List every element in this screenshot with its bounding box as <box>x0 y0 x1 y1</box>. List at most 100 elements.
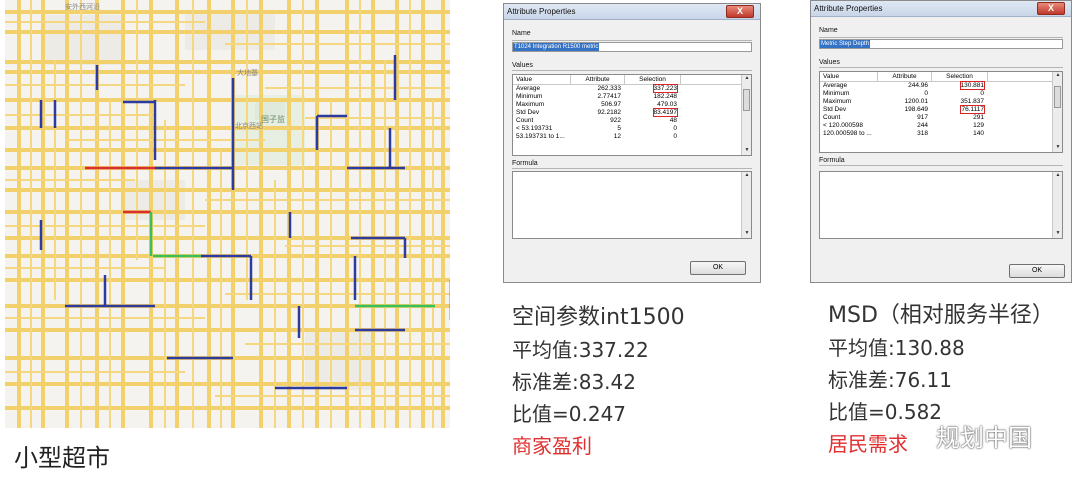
values-table[interactable]: Value Attribute Selection Average 262.333… <box>512 74 752 156</box>
column-header[interactable]: Attribute <box>571 75 625 84</box>
scroll-up-icon[interactable]: ▲ <box>742 172 752 180</box>
watermark: 规划中国 <box>908 418 1032 453</box>
table-cell-selection: 0 <box>673 125 677 132</box>
table-row[interactable]: Std Dev 198.649 76.1117 <box>820 105 1062 114</box>
name-label: Name <box>512 30 531 37</box>
table-row[interactable]: 53.193731 to 1... 12 0 <box>513 133 751 141</box>
table-row[interactable]: Maximum 1200.01 351.837 <box>820 98 1062 106</box>
table-cell-selection: 140 <box>973 130 984 137</box>
ok-button[interactable]: OK <box>690 261 746 275</box>
map-place-label: 国子监 <box>261 114 285 124</box>
table-cell-attribute: 1200.01 <box>904 98 929 105</box>
table-cell-value: Average <box>823 82 848 89</box>
values-label: Values <box>819 59 840 66</box>
table-row[interactable]: Std Dev 92.2182 83.4197 <box>513 108 751 117</box>
wechat-icon <box>909 429 935 448</box>
formula-textarea[interactable]: ▲ ▼ <box>819 171 1063 239</box>
dialog-titlebar: Attribute Properties X <box>504 4 760 20</box>
map-place-label: 大地基 <box>237 68 258 77</box>
column-header[interactable]: Value <box>513 75 571 84</box>
panel-std-dev: 标准差:76.11 <box>828 368 952 392</box>
scroll-thumb[interactable] <box>1054 86 1061 108</box>
table-cell-selection: 291 <box>973 114 984 121</box>
table-row[interactable]: Minimum 0 0 <box>820 90 1062 98</box>
scroll-up-icon[interactable]: ▲ <box>742 75 751 83</box>
table-cell-selection: 76.1117 <box>932 105 988 114</box>
panel-ratio: 比值=0.247 <box>512 402 627 426</box>
table-cell-attribute: 5 <box>617 125 621 132</box>
table-cell-attribute: 92.2182 <box>597 109 622 116</box>
table-row[interactable]: Count 917 291 <box>820 114 1062 122</box>
column-header[interactable]: Selection <box>625 75 681 84</box>
table-cell-value: < 120.000598 <box>823 122 863 129</box>
highlighted-value: 337.223 <box>652 84 678 93</box>
name-label: Name <box>819 27 838 34</box>
column-header[interactable]: Value <box>820 72 878 81</box>
ok-button[interactable]: OK <box>1009 264 1065 278</box>
table-cell-selection: 0 <box>673 133 677 140</box>
highlighted-value: 83.4197 <box>652 108 678 117</box>
table-row[interactable]: < 53.193731 5 0 <box>513 125 751 133</box>
scroll-up-icon[interactable]: ▲ <box>1053 72 1062 80</box>
scroll-up-icon[interactable]: ▲ <box>1053 172 1063 180</box>
column-header[interactable]: Attribute <box>878 72 932 81</box>
table-cell-attribute: 198.649 <box>904 106 929 113</box>
table-scrollbar[interactable]: ▲ ▼ <box>1052 72 1062 152</box>
scroll-down-icon[interactable]: ▼ <box>1053 144 1062 152</box>
table-cell-selection: 182.248 <box>653 93 678 100</box>
table-cell-value: 120.000598 to ... <box>823 130 872 137</box>
name-field[interactable]: Metric Step Depth <box>819 39 1063 49</box>
panel-heading: 空间参数int1500 <box>512 305 685 330</box>
panel-tag: 商家盈利 <box>512 434 592 458</box>
table-body: Average 262.333 337.223 Minimum 2.77417 182.2… <box>513 84 751 141</box>
scroll-down-icon[interactable]: ▼ <box>1053 230 1063 238</box>
table-cell-value: Minimum <box>823 90 850 97</box>
formula-scrollbar[interactable]: ▲ ▼ <box>1052 172 1062 238</box>
values-table[interactable]: Value Attribute Selection Average 244.96 1… <box>819 71 1063 153</box>
table-row[interactable]: 120.000598 to ... 318 140 <box>820 130 1062 138</box>
panel-average: 平均值:130.88 <box>828 336 965 360</box>
table-row[interactable]: Maximum 506.97 479.03 <box>513 101 751 109</box>
scroll-down-icon[interactable]: ▼ <box>742 230 752 238</box>
table-cell-value: Average <box>516 85 541 92</box>
name-field[interactable]: T1024 Integration R1500 metric <box>512 42 752 52</box>
street-network-map: 安外西河沿 大地基 北京西站 国子监 <box>5 0 450 428</box>
close-button[interactable]: X <box>726 5 754 18</box>
table-scrollbar[interactable]: ▲ ▼ <box>741 75 751 155</box>
scroll-down-icon[interactable]: ▼ <box>742 147 751 155</box>
table-cell-selection: 337.223 <box>625 84 681 93</box>
table-row[interactable]: < 120.000598 244 129 <box>820 122 1062 130</box>
name-value: T1024 Integration R1500 metric <box>513 43 600 51</box>
table-cell-value: Maximum <box>516 101 545 108</box>
table-cell-attribute: 12 <box>613 133 621 140</box>
table-cell-selection: 48 <box>669 117 677 124</box>
formula-scrollbar[interactable]: ▲ ▼ <box>741 172 751 238</box>
dialog-title: Attribute Properties <box>814 4 883 13</box>
watermark-text: 规划中国 <box>936 424 1032 452</box>
table-row[interactable]: Average 244.96 130.881 <box>820 81 1062 90</box>
table-row[interactable]: Count 922 48 <box>513 117 751 125</box>
table-cell-value: Count <box>823 114 841 121</box>
map-place-label: 北京西站 <box>235 121 263 130</box>
table-cell-value: Maximum <box>823 98 852 105</box>
column-header[interactable]: Selection <box>932 72 988 81</box>
dialog-title: Attribute Properties <box>507 7 576 16</box>
table-cell-selection: 0 <box>980 90 984 97</box>
table-cell-attribute: 0 <box>924 90 928 97</box>
table-cell-value: 53.193731 to 1... <box>516 133 565 140</box>
formula-label: Formula <box>819 157 845 164</box>
scroll-thumb[interactable] <box>743 89 750 111</box>
table-cell-selection: 83.4197 <box>625 108 681 117</box>
formula-textarea[interactable]: ▲ ▼ <box>512 171 752 239</box>
table-cell-value: < 53.193731 <box>516 125 553 132</box>
int1500-summary-panel: 空间参数int1500 平均值:337.22 标准差:83.42 比值=0.24… <box>512 302 685 462</box>
panel-std-dev: 标准差:83.42 <box>512 370 636 394</box>
panel-average: 平均值:337.22 <box>512 338 649 362</box>
table-row[interactable]: Minimum 2.77417 182.248 <box>513 93 751 101</box>
table-cell-attribute: 917 <box>917 114 928 121</box>
table-header: Value Attribute Selection <box>513 75 751 85</box>
close-button[interactable]: X <box>1037 2 1065 15</box>
table-cell-attribute: 262.333 <box>597 85 622 92</box>
table-cell-selection: 479.03 <box>657 101 677 108</box>
table-row[interactable]: Average 262.333 337.223 <box>513 84 751 93</box>
